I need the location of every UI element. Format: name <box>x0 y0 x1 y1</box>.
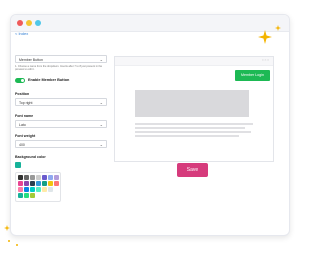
back-link[interactable]: < Index <box>15 31 28 36</box>
color-swatch[interactable] <box>24 187 29 192</box>
color-swatch[interactable] <box>30 181 35 186</box>
chevron-down-icon: ⌄ <box>99 57 103 62</box>
color-swatch[interactable] <box>48 175 53 180</box>
color-swatch[interactable] <box>42 187 47 192</box>
color-swatch[interactable] <box>30 193 35 198</box>
color-swatch[interactable] <box>42 175 47 180</box>
color-swatch[interactable] <box>54 175 59 180</box>
maximize-window-dot[interactable] <box>35 20 41 26</box>
member-button-select-value: Member Button <box>19 58 43 62</box>
color-swatch[interactable] <box>18 187 23 192</box>
save-button[interactable]: Save <box>177 163 208 177</box>
position-select[interactable]: Top right ⌄ <box>15 98 107 106</box>
member-button-select[interactable]: Member Button ⌄ <box>15 55 107 63</box>
member-login-button[interactable]: Member Login <box>235 70 270 81</box>
color-swatch[interactable] <box>48 187 53 192</box>
chevron-down-icon: ⌄ <box>99 122 103 127</box>
color-swatch[interactable] <box>24 193 29 198</box>
color-swatch[interactable] <box>18 193 23 198</box>
placeholder-line <box>135 135 239 137</box>
sparkle-icon <box>258 30 272 44</box>
font-weight-label: Font weight <box>15 134 36 138</box>
font-weight-select[interactable]: 400 ⌄ <box>15 140 107 148</box>
color-swatch[interactable] <box>30 187 35 192</box>
color-swatch[interactable] <box>54 181 59 186</box>
placeholder-image <box>135 90 249 117</box>
placeholder-line <box>135 127 245 129</box>
preview-panel: ○ ○ ○ Member Login <box>114 56 274 162</box>
title-bar <box>11 15 289 32</box>
chevron-down-icon: ⌄ <box>99 142 103 147</box>
font-name-select[interactable]: Lato ⌄ <box>15 120 107 128</box>
position-label: Position <box>15 92 30 96</box>
preview-controls: ○ ○ ○ <box>261 58 269 62</box>
dot-decoration <box>16 244 18 246</box>
placeholder-line <box>135 131 251 133</box>
toggle-label: Enable Member Button <box>28 78 70 82</box>
color-swatch[interactable] <box>36 187 41 192</box>
color-palette <box>15 172 61 202</box>
sparkle-icon <box>4 225 10 231</box>
color-swatch[interactable] <box>48 181 53 186</box>
position-select-value: Top right <box>19 101 33 105</box>
background-color-label: Background color <box>15 155 46 159</box>
close-window-dot[interactable] <box>17 20 23 26</box>
color-swatch[interactable] <box>42 181 47 186</box>
minimize-window-dot[interactable] <box>26 20 32 26</box>
color-swatch[interactable] <box>36 181 41 186</box>
selected-color-swatch[interactable] <box>15 162 21 168</box>
font-name-select-value: Lato <box>19 123 26 127</box>
color-swatch[interactable] <box>24 175 29 180</box>
chevron-down-icon: ⌄ <box>99 100 103 105</box>
color-swatch[interactable] <box>24 181 29 186</box>
color-swatch[interactable] <box>18 175 23 180</box>
enable-member-toggle[interactable] <box>15 78 25 83</box>
preview-top-bar: ○ ○ ○ <box>115 57 273 66</box>
placeholder-line <box>135 123 253 125</box>
color-swatch[interactable] <box>30 175 35 180</box>
font-name-label: Font name <box>15 114 34 118</box>
dot-decoration <box>8 240 10 242</box>
color-swatch[interactable] <box>36 175 41 180</box>
color-swatch[interactable] <box>18 181 23 186</box>
hint-text: 1. Choose a name from the dropdown. Inse… <box>15 65 103 72</box>
font-weight-select-value: 400 <box>19 143 25 147</box>
sparkle-icon <box>275 25 281 31</box>
